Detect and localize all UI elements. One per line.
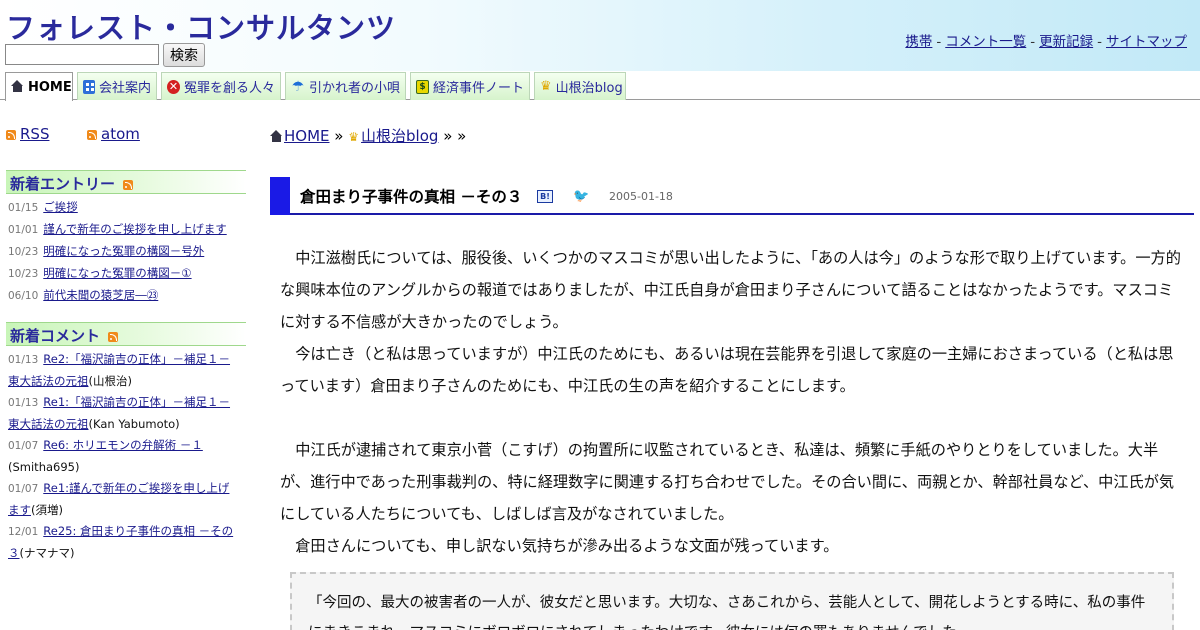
rss-icon [6, 130, 16, 140]
paragraph: 今は亡き（と私は思っていますが）中江氏のためにも、あるいは現在芸能界を引退して家… [280, 345, 1174, 395]
entry-link[interactable]: 明確になった冤罪の構図－① [43, 266, 191, 280]
list-item: 01/13 Re1:「福沢諭吉の正体」－補足１－ 東大話法の元祖(Kan Yabum… [8, 395, 231, 431]
entry-link[interactable]: ご挨拶 [43, 200, 78, 214]
home-icon [11, 80, 24, 94]
breadcrumb: HOME » ♛ 山根治blog » » [270, 125, 466, 146]
new-entries-list: 01/15 ご挨拶 01/01 謹んで新年のご挨拶を申し上げます 10/23 明確にな… [8, 197, 246, 307]
money-icon: $ [416, 79, 429, 94]
tab-false-charges[interactable]: ✕ 冤罪を創る人々 [161, 72, 281, 100]
sitemap-link[interactable]: サイトマップ [1106, 34, 1187, 50]
site-title[interactable]: フォレスト・コンサルタンツ [6, 5, 396, 47]
list-item: 10/23 明確になった冤罪の構図－号外 [8, 244, 205, 258]
tab-economic-cases[interactable]: $ 経済事件ノート [410, 72, 530, 100]
list-item: 01/01 謹んで新年のご挨拶を申し上げます [8, 222, 227, 236]
list-item: 01/07 Re6: ホリエモンの弁解術 －１ (Smitha695) [8, 438, 203, 474]
entry-accent-bar [270, 177, 290, 215]
entry-header: 倉田まり子事件の真相 －その３ B! 🐦 2005-01-18 [270, 177, 1194, 215]
mobile-link[interactable]: 携帯 [905, 34, 932, 50]
tab-company[interactable]: 会社案内 [77, 72, 157, 100]
new-entries-heading: 新着エントリー [6, 170, 246, 194]
breadcrumb-home[interactable]: HOME [284, 127, 330, 145]
rss-icon[interactable] [123, 180, 134, 190]
no-entry-icon: ✕ [167, 79, 180, 94]
entry-link[interactable]: 謹んで新年のご挨拶を申し上げます [43, 222, 226, 236]
quote-block: 「今回の、最大の被害者の一人が、彼女だと思います。大切な、さあこれから、芸能人と… [290, 572, 1174, 630]
atom-link[interactable]: atom [101, 125, 140, 143]
list-item: 01/07 Re1:謹んで新年のご挨拶を申し上げ ます(須増) [8, 481, 230, 517]
paragraph: 中江滋樹氏については、服役後、いくつかのマスコミが思い出したように、「あの人は今… [280, 249, 1181, 331]
crown-icon: ♛ [540, 78, 552, 94]
entry-title: 倉田まり子事件の真相 －その３ [300, 188, 523, 206]
new-comments-list: 01/13 Re2:「福沢諭吉の正体」－補足１－ 東大話法の元祖(山根治) 01/1… [8, 349, 246, 564]
list-item: 12/01 Re25: 倉田まり子事件の真相 －その ３(ナマナマ) [8, 524, 234, 560]
update-log-link[interactable]: 更新記録 [1039, 34, 1093, 50]
entry-link[interactable]: 明確になった冤罪の構図－号外 [43, 244, 204, 258]
new-comments-heading: 新着コメント [6, 322, 246, 346]
comment-link[interactable]: Re6: ホリエモンの弁解術 －１ [43, 438, 203, 452]
crown-icon: ♛ [348, 130, 360, 144]
list-item: 10/23 明確になった冤罪の構図－① [8, 266, 192, 280]
list-item: 06/10 前代未聞の猿芝居―㉓ [8, 288, 159, 302]
search-input[interactable] [5, 44, 159, 65]
paragraph: 中江氏が逮捕されて東京小菅（こすげ）の拘置所に収監されているとき、私達は、頻繁に… [280, 441, 1175, 523]
atom-icon [87, 130, 98, 140]
entry-date: 2005-01-18 [609, 190, 673, 203]
list-item: 01/15 ご挨拶 [8, 200, 78, 214]
site-header: フォレスト・コンサルタンツ 検索 携帯 - コメント一覧 - 更新記録 - サイトマップ [0, 0, 1200, 71]
breadcrumb-blog[interactable]: 山根治blog [361, 127, 438, 145]
home-icon [270, 130, 283, 142]
tab-songs[interactable]: ☂ 引かれ者の小唄 [285, 72, 406, 100]
hatena-bookmark-icon[interactable]: B! [537, 190, 553, 203]
rss-icon[interactable] [108, 332, 119, 342]
comments-list-link[interactable]: コメント一覧 [945, 34, 1026, 50]
feed-links: RSS atom [6, 125, 140, 143]
tab-home[interactable]: HOME [5, 72, 73, 101]
nav-tabs: HOME 会社案内 ✕ 冤罪を創る人々 ☂ 引かれ者の小唄 $ 経済事件ノート … [0, 71, 1200, 101]
umbrella-icon: ☂ [291, 78, 305, 95]
main-content: HOME » ♛ 山根治blog » » 倉田まり子事件の真相 －その３ B! 🐦… [270, 100, 1200, 630]
search-button[interactable]: 検索 [163, 43, 205, 67]
twitter-bird-icon[interactable]: 🐦 [573, 189, 589, 204]
grid-icon [83, 79, 95, 94]
entry-body: 中江滋樹氏については、服役後、いくつかのマスコミが思い出したように、「あの人は今… [280, 242, 1185, 562]
tab-blog[interactable]: ♛ 山根治blog [534, 72, 626, 100]
paragraph: 倉田さんについても、申し訳ない気持ちが滲み出るような文面が残っています。 [295, 537, 839, 555]
top-links: 携帯 - コメント一覧 - 更新記録 - サイトマップ [905, 34, 1187, 50]
list-item: 01/13 Re2:「福沢諭吉の正体」－補足１－ 東大話法の元祖(山根治) [8, 352, 231, 388]
sidebar: RSS atom 新着エントリー 01/15 ご挨拶 01/01 謹んで新年のご挨拶… [0, 100, 248, 630]
rss-link[interactable]: RSS [20, 125, 49, 143]
entry-link[interactable]: 前代未聞の猿芝居―㉓ [43, 288, 158, 302]
